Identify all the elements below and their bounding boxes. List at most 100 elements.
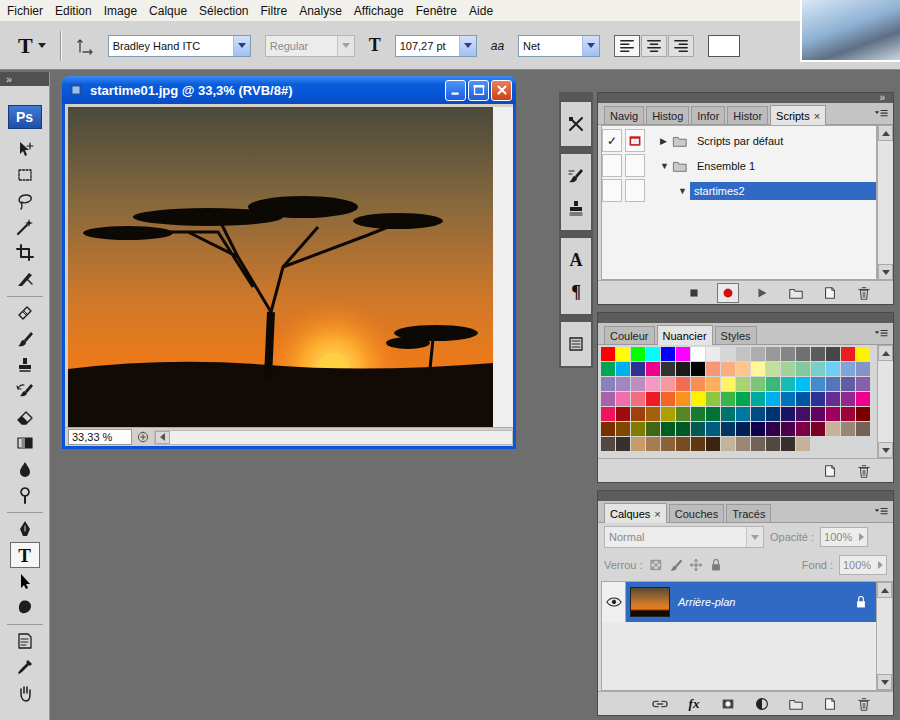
layer-button[interactable] <box>853 694 875 714</box>
swatch[interactable] <box>811 422 825 436</box>
tool-button[interactable] <box>10 266 40 292</box>
swatch[interactable] <box>631 437 645 451</box>
lock-option[interactable] <box>649 558 663 572</box>
text-orientation-icon[interactable] <box>76 37 94 55</box>
opacity-field[interactable]: 100% <box>820 527 868 547</box>
swatch[interactable] <box>661 422 675 436</box>
tool-button[interactable] <box>10 516 40 542</box>
swatch[interactable] <box>781 422 795 436</box>
swatch[interactable] <box>646 347 660 361</box>
tool-button[interactable] <box>10 680 40 706</box>
swatch[interactable] <box>601 407 615 421</box>
swatch[interactable] <box>691 422 705 436</box>
swatch[interactable] <box>766 392 780 406</box>
font-style-select[interactable]: Regular <box>265 35 355 57</box>
swatch[interactable] <box>706 407 720 421</box>
lock-option[interactable] <box>709 558 723 572</box>
swatch[interactable] <box>646 377 660 391</box>
swatch[interactable] <box>736 422 750 436</box>
swatch[interactable] <box>811 347 825 361</box>
swatch[interactable] <box>646 407 660 421</box>
blend-mode-select[interactable]: Normal <box>604 526 764 548</box>
swatch[interactable] <box>661 347 675 361</box>
swatch[interactable] <box>601 362 615 376</box>
swatch[interactable] <box>691 362 705 376</box>
layer-button[interactable]: fx <box>683 694 705 714</box>
layer-button[interactable] <box>819 694 841 714</box>
panel-icon-button[interactable]: ¶ <box>561 276 591 308</box>
document-window[interactable]: startime01.jpg @ 33,3% (RVB/8#)33,33 % <box>62 76 516 449</box>
dialog-toggle[interactable] <box>625 129 645 152</box>
minimize-button[interactable] <box>445 80 466 101</box>
swatch[interactable] <box>646 437 660 451</box>
layer-button[interactable] <box>785 694 807 714</box>
swatch[interactable] <box>811 377 825 391</box>
tool-button[interactable] <box>10 326 40 352</box>
panel-header[interactable] <box>598 491 893 501</box>
tool-button[interactable] <box>10 162 40 188</box>
layer-button[interactable] <box>717 694 739 714</box>
tool-button[interactable] <box>10 456 40 482</box>
swatch[interactable] <box>736 377 750 391</box>
action-button[interactable] <box>751 283 773 303</box>
swatch[interactable] <box>766 437 780 451</box>
swatch[interactable] <box>736 392 750 406</box>
swatch[interactable] <box>826 392 840 406</box>
swatch[interactable] <box>646 422 660 436</box>
swatch[interactable] <box>796 422 810 436</box>
swatch[interactable] <box>736 437 750 451</box>
panel-tab[interactable]: Histor <box>727 106 768 124</box>
action-label[interactable]: Ensemble 1 <box>693 157 876 175</box>
swatch[interactable] <box>766 422 780 436</box>
swatch[interactable] <box>601 437 615 451</box>
panel-header[interactable] <box>598 313 893 323</box>
tab-close[interactable]: × <box>654 508 660 520</box>
swatch[interactable] <box>796 347 810 361</box>
swatch[interactable] <box>616 347 630 361</box>
swatch[interactable] <box>676 377 690 391</box>
swatch[interactable] <box>631 347 645 361</box>
swatch[interactable] <box>796 407 810 421</box>
tool-button[interactable] <box>10 628 40 654</box>
swatch[interactable] <box>616 362 630 376</box>
ps-logo[interactable]: Ps <box>8 105 42 129</box>
layer-button[interactable] <box>649 694 671 714</box>
action-button[interactable] <box>717 283 739 303</box>
panel-tab[interactable]: Histog <box>646 106 689 124</box>
swatch[interactable] <box>631 392 645 406</box>
swatch[interactable] <box>751 422 765 436</box>
swatch[interactable] <box>826 362 840 376</box>
panel-tab[interactable]: Scripts× <box>770 105 826 125</box>
document-title-bar[interactable]: startime01.jpg @ 33,3% (RVB/8#) <box>62 76 516 104</box>
swatch[interactable] <box>781 377 795 391</box>
swatch[interactable] <box>781 362 795 376</box>
action-row[interactable]: ▼Ensemble 1 <box>602 153 876 178</box>
swatch[interactable] <box>751 407 765 421</box>
panel-tab[interactable]: Nuancier <box>657 325 713 345</box>
swatch[interactable] <box>706 347 720 361</box>
tool-button[interactable]: T <box>10 542 40 568</box>
toggle-checkbox[interactable]: ✓ <box>602 129 622 152</box>
action-button[interactable] <box>819 283 841 303</box>
align-button[interactable] <box>668 35 694 57</box>
swatch[interactable] <box>616 422 630 436</box>
action-label[interactable]: startimes2 <box>690 182 876 200</box>
toolbox-header[interactable]: » <box>0 72 49 86</box>
swatch[interactable] <box>616 377 630 391</box>
swatch[interactable] <box>706 377 720 391</box>
align-button[interactable] <box>614 35 640 57</box>
tool-button[interactable] <box>10 300 40 326</box>
panel-tab[interactable]: Calques× <box>604 503 667 523</box>
maximize-button[interactable] <box>468 80 489 101</box>
swatch[interactable] <box>796 437 810 451</box>
tool-button[interactable] <box>10 378 40 404</box>
toggle-checkbox[interactable] <box>602 154 622 177</box>
swatch[interactable] <box>811 392 825 406</box>
tool-button[interactable] <box>10 430 40 456</box>
swatch[interactable] <box>721 347 735 361</box>
font-family-select[interactable]: Bradley Hand ITC <box>108 35 251 57</box>
swatch[interactable] <box>766 407 780 421</box>
tool-button[interactable] <box>10 214 40 240</box>
menu-item[interactable]: Calque <box>143 4 193 18</box>
tool-button[interactable] <box>10 404 40 430</box>
